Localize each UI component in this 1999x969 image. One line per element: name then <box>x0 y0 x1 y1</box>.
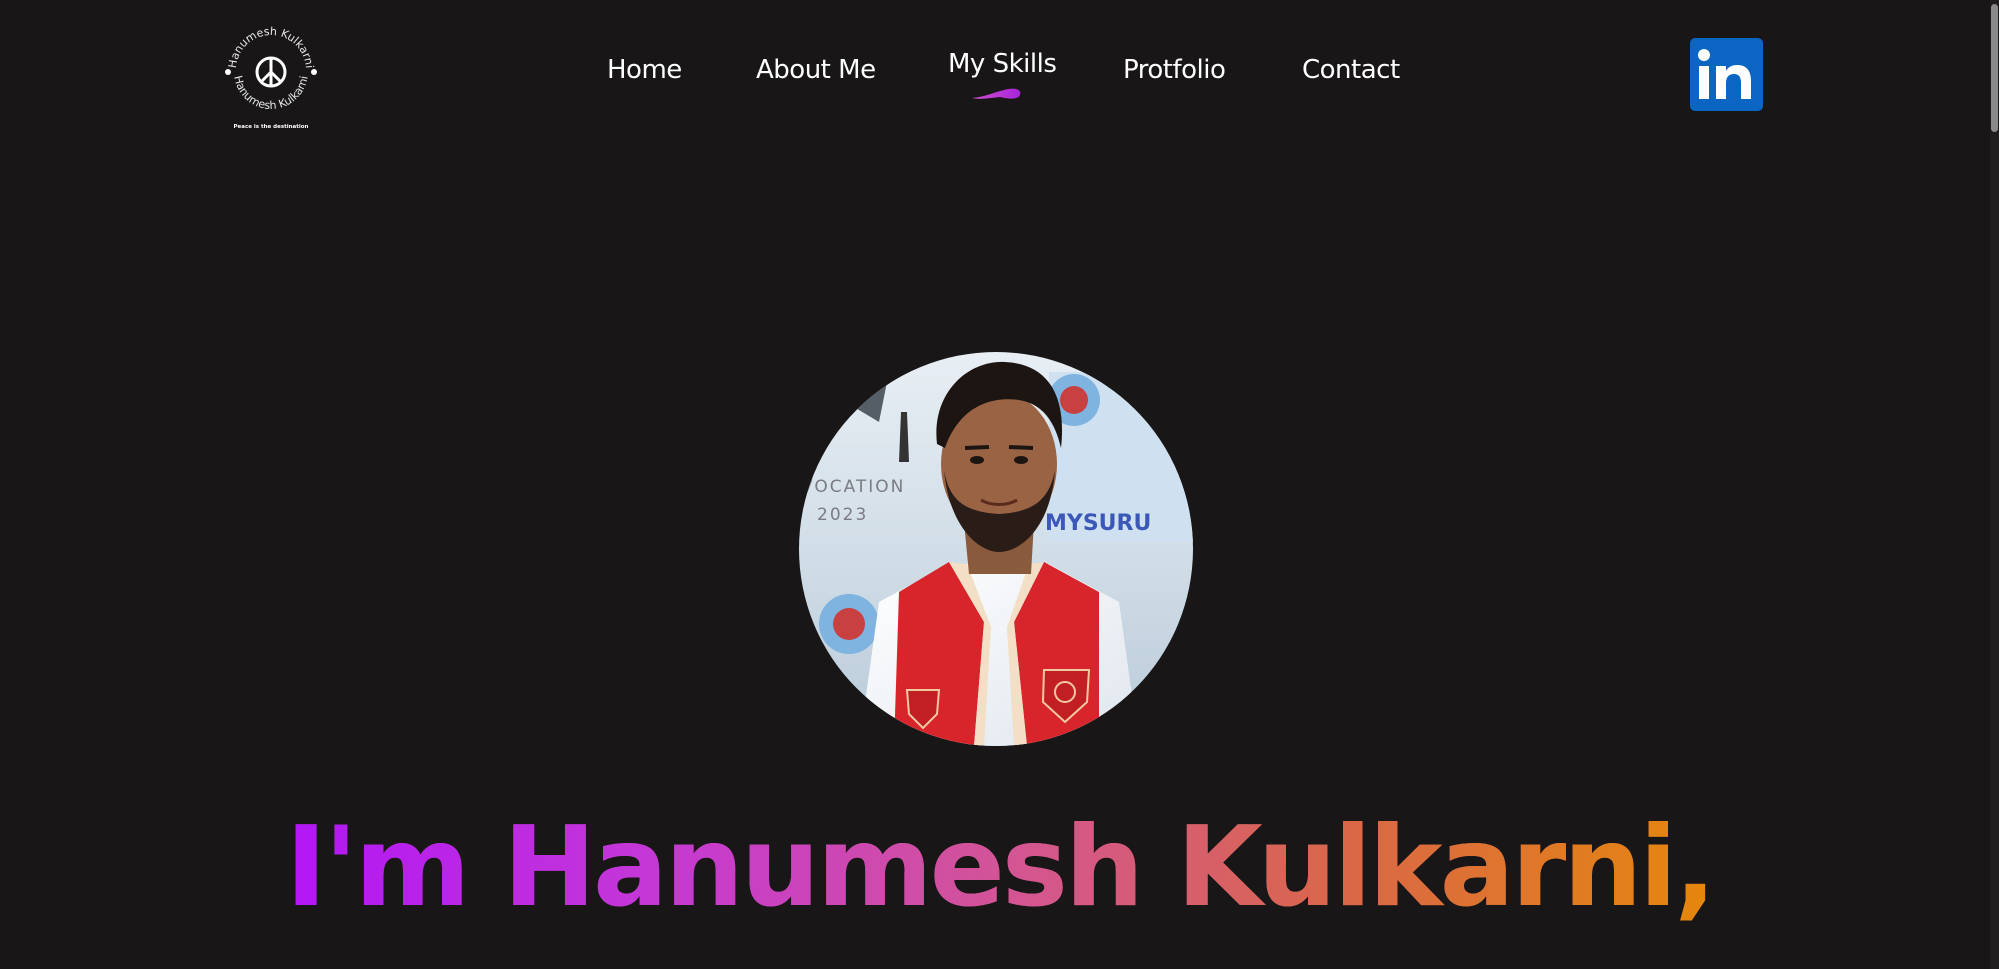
hero-title: I'm Hanumesh Kulkarni, <box>0 808 1999 928</box>
photo-banner-text: VOCATION <box>801 477 905 497</box>
nav-item-about-me[interactable]: About Me <box>756 55 876 85</box>
hero-title-text: I'm Hanumesh Kulkarni, <box>285 803 1717 932</box>
active-indicator-icon <box>972 88 1021 99</box>
nav-item-label: About Me <box>756 55 876 85</box>
linkedin-icon <box>1698 49 1751 99</box>
peace-sign-icon <box>255 56 287 88</box>
nav-item-home[interactable]: Home <box>607 55 682 85</box>
linkedin-button[interactable] <box>1690 38 1763 111</box>
nav-item-label: My Skills <box>948 49 1057 79</box>
photo-banner-year: 2023 <box>817 505 868 525</box>
nav-item-label: Protfolio <box>1123 55 1226 85</box>
portfolio-page: Hanumesh Kulkarni Hanumesh Kulkarni Peac… <box>0 0 1999 969</box>
site-logo[interactable]: Hanumesh Kulkarni Hanumesh Kulkarni Peac… <box>218 20 324 132</box>
photo-banner-city: MYSURU <box>1045 511 1151 536</box>
scrollbar-thumb[interactable] <box>1991 4 1998 132</box>
nav-item-label: Contact <box>1302 55 1400 85</box>
nav-item-my-skills[interactable]: My Skills <box>948 49 1057 99</box>
scrollbar[interactable] <box>1990 0 1999 969</box>
nav-item-contact[interactable]: Contact <box>1302 55 1400 85</box>
logo-tagline: Peace is the destination <box>234 124 309 130</box>
nav-item-label: Home <box>607 55 682 85</box>
profile-photo: VOCATION 2023 MYSURU <box>799 352 1193 746</box>
nav-item-portfolio[interactable]: Protfolio <box>1123 55 1226 85</box>
